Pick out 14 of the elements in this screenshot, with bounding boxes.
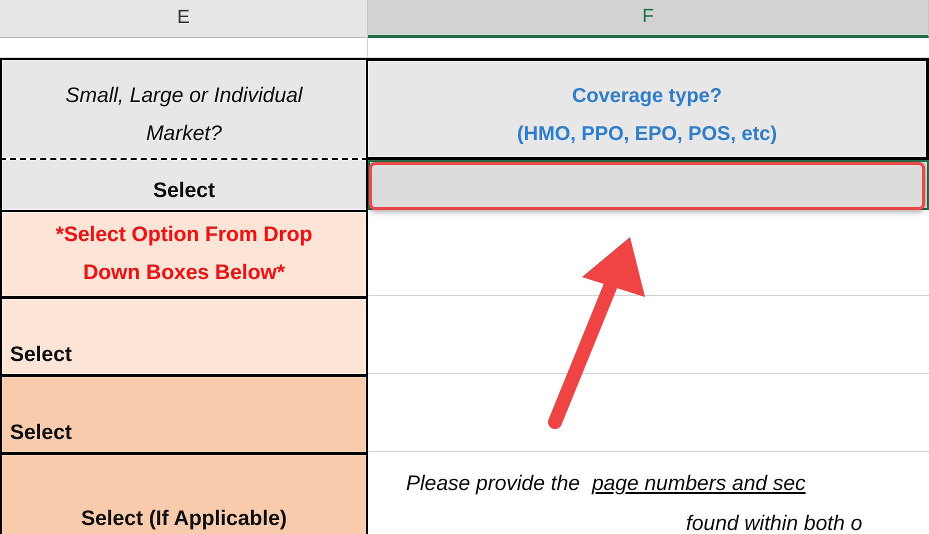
table-cell: Select	[0, 160, 368, 210]
column-header[interactable]: F	[368, 0, 929, 38]
column-header[interactable]: E	[0, 0, 368, 38]
instruction-text: page numbers and sec	[592, 471, 806, 497]
instruction-text: Please provide the	[406, 471, 580, 497]
column-title: Coverage type?	[572, 84, 722, 109]
instruction-text: *Select Option From Drop	[56, 222, 312, 248]
table-cell: Select	[0, 374, 368, 452]
table-cell: Select	[0, 296, 368, 374]
column-subtitle: (HMO, PPO, EPO, POS, etc)	[516, 122, 778, 147]
table-cell: Select (If Applicable)	[0, 452, 368, 534]
table-cell: Small, Large or Individual Market?	[0, 58, 368, 158]
instruction-text: Down Boxes Below*	[83, 260, 285, 286]
instruction-text: found within both o	[686, 511, 862, 534]
